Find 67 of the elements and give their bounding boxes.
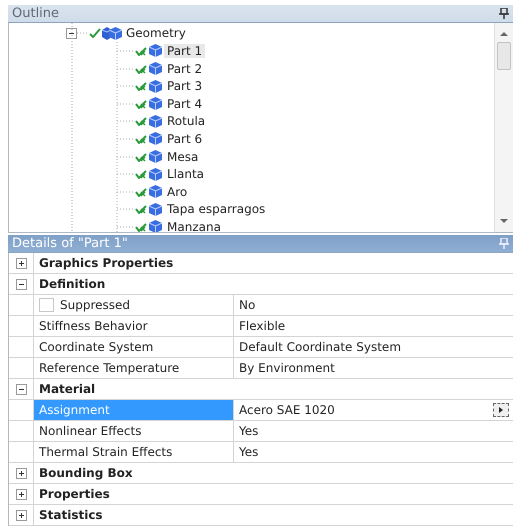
cube-icon (147, 96, 164, 112)
cube-icon (147, 166, 164, 182)
panel-title: Outline (12, 6, 60, 21)
section-header[interactable]: Graphics Properties (34, 253, 174, 273)
tree-item[interactable]: Tapa esparragos (164, 202, 268, 216)
cube-icon (147, 61, 164, 76)
panel-title: Details of "Part 1" (12, 236, 128, 252)
tree-item[interactable]: Part 2 (164, 62, 206, 76)
section-header[interactable]: Definition (34, 274, 106, 294)
cube-icon (147, 78, 164, 94)
check-icon (89, 28, 101, 38)
tree-item[interactable]: Mesa (164, 150, 202, 164)
property-value: No (239, 298, 256, 312)
check-cross-icon (135, 152, 147, 162)
cube-icon (147, 184, 164, 200)
check-cross-icon (135, 186, 147, 197)
cube-icon (147, 149, 164, 164)
property-value: By Environment (239, 361, 335, 375)
triangle-icon (498, 407, 504, 413)
tree-item[interactable]: Part 6 (164, 132, 206, 146)
check-cross-icon (135, 46, 147, 56)
check-cross-icon (135, 64, 147, 74)
check-cross-icon (135, 222, 147, 232)
check-cross-icon (135, 169, 147, 180)
scroll-down-icon[interactable] (500, 218, 508, 224)
scroll-thumb[interactable] (497, 42, 511, 70)
cubes-icon (101, 26, 123, 41)
cube-icon (147, 114, 164, 129)
property-value: Flexible (239, 319, 286, 333)
tree-item[interactable]: Geometry (123, 26, 189, 40)
check-cross-icon (135, 116, 147, 126)
pin-icon[interactable] (499, 8, 509, 19)
check-cross-icon (135, 204, 147, 214)
section-header[interactable]: Properties (34, 484, 110, 504)
collapse-icon[interactable] (16, 384, 26, 394)
cube-icon (147, 43, 164, 58)
scroll-up-icon[interactable] (500, 30, 508, 36)
flyout-button[interactable] (493, 403, 509, 417)
collapse-icon[interactable] (66, 28, 77, 39)
tree-item[interactable]: Llanta (164, 167, 208, 182)
tree-item[interactable]: Aro (164, 184, 190, 199)
cube-icon (147, 219, 164, 232)
check-cross-icon (135, 134, 147, 144)
expand-icon[interactable] (16, 488, 26, 500)
tree-connector-line (77, 32, 89, 34)
property-value: Acero SAE 1020 (239, 403, 335, 417)
check-cross-icon (135, 81, 147, 92)
expand-icon[interactable] (16, 510, 26, 520)
expand-icon[interactable] (16, 468, 26, 478)
checkbox[interactable] (39, 298, 54, 312)
tree-item[interactable]: Part 3 (164, 79, 206, 94)
cube-icon (147, 131, 164, 146)
section-header[interactable]: Material (34, 379, 96, 399)
cube-icon (147, 202, 164, 217)
property-value: Yes (239, 445, 258, 459)
section-header[interactable]: Statistics (34, 505, 103, 525)
property-value: Default Coordinate System (239, 340, 402, 354)
tree-item[interactable]: Manzana (164, 220, 224, 232)
scrollbar[interactable] (494, 22, 513, 232)
tree-item[interactable]: Part 1 (164, 44, 206, 58)
check-cross-icon (135, 98, 147, 109)
section-header[interactable]: Bounding Box (34, 463, 133, 483)
property-value: Yes (239, 424, 258, 438)
collapse-icon[interactable] (16, 278, 26, 290)
expand-icon[interactable] (16, 258, 26, 268)
tree-item[interactable]: Rotula (164, 114, 208, 128)
tree-item[interactable]: Part 4 (164, 96, 206, 111)
